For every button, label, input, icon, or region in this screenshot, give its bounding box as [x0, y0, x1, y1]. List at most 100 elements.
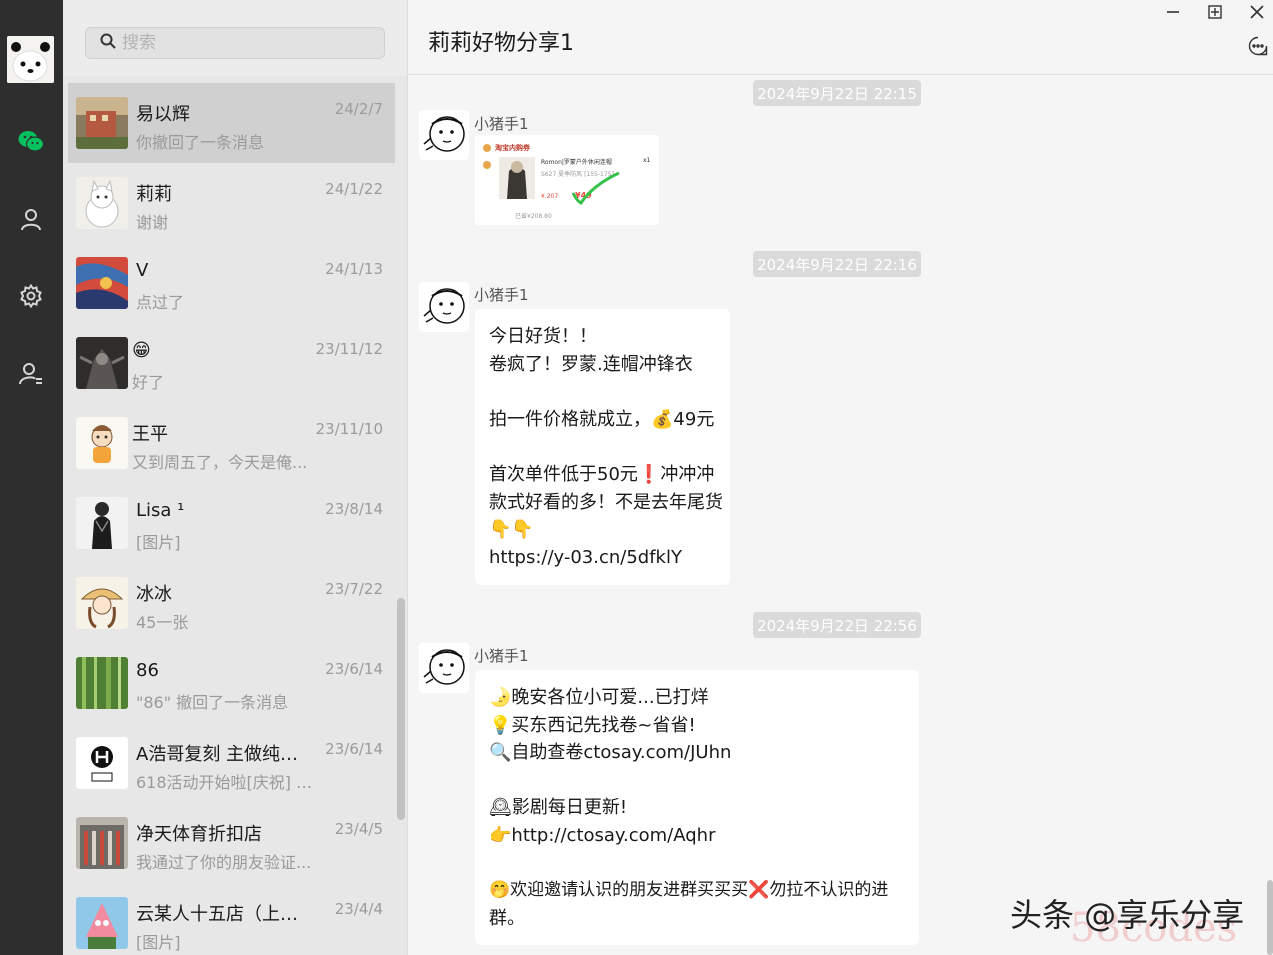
avatar: [76, 417, 128, 469]
conversation-preview: 好了: [132, 373, 165, 392]
search-input[interactable]: [122, 33, 362, 53]
message-line: [489, 378, 716, 406]
sender-name: 小猪手1: [474, 647, 529, 665]
conversation-time: 24/2/7: [334, 100, 383, 118]
user-switch-icon[interactable]: [16, 359, 46, 389]
avatar: [76, 577, 128, 629]
conversation-item[interactable]: 莉莉 谢谢 24/1/22: [68, 163, 395, 243]
sender-avatar[interactable]: [419, 643, 469, 693]
message-link[interactable]: https://y-03.cn/5dfklY: [489, 544, 716, 572]
avatar: [76, 97, 128, 149]
left-navigation: [0, 0, 63, 955]
conversation-item[interactable]: Lisa ¹ [图片] 23/8/14: [68, 483, 395, 563]
chat-scrollbar[interactable]: [1267, 880, 1273, 955]
conversation-item[interactable]: V 点过了 24/1/13: [68, 243, 395, 323]
conversation-item[interactable]: 王平 又到周五了，今天是俺... 23/11/10: [68, 403, 395, 483]
avatar: [76, 177, 128, 229]
sender-name: 小猪手1: [474, 115, 529, 133]
conversation-name: 冰冰: [136, 584, 172, 605]
conversation-item[interactable]: 冰冰 45一张 23/7/22: [68, 563, 395, 643]
message-line: 💡买东西记先找卷~省省!: [489, 714, 696, 736]
message-line: 拍一件价格就成立，💰49元: [489, 408, 715, 430]
product-image[interactable]: 淘宝内购券 Romon|罗蒙户外休闲连帽 x1 S627 夏季防风 [155-1…: [475, 135, 659, 225]
coupon-dot-icon: [483, 144, 491, 152]
maximize-icon[interactable]: [1203, 2, 1227, 22]
avatar: [76, 257, 128, 309]
conversation-name: 王平: [132, 424, 168, 445]
conversation-name: A浩哥复刻 主做纯原...: [136, 744, 311, 765]
chat-panel: 莉莉好物分享1 2024年9月22日 22:15 小猪手1 淘宝内购券 Romo…: [407, 0, 1273, 955]
avatar: [76, 817, 128, 869]
conversation-name: Lisa ¹: [136, 500, 185, 521]
avatar: [76, 337, 128, 389]
message-line: 🤭欢迎邀请认识的朋友进群买买买❌勿拉不认识的进: [489, 880, 889, 901]
more-icon[interactable]: [1248, 36, 1268, 56]
avatar: [76, 897, 128, 949]
product-qty: x1: [643, 157, 651, 164]
message-line: 群。: [489, 907, 525, 929]
conversation-preview: 我通过了你的朋友验证...: [136, 853, 312, 872]
message-bubble[interactable]: 🌛晚安各位小可爱...已打烊 💡买东西记先找卷~省省! 🔍自助查卷ctosay.…: [475, 670, 919, 945]
contacts-icon[interactable]: [16, 205, 46, 235]
watermark: 头条 @享乐分享: [1010, 896, 1245, 934]
conversation-time: 23/6/14: [325, 740, 383, 758]
close-icon[interactable]: [1245, 2, 1269, 22]
message-line: 首次单件低于50元❗冲冲冲: [489, 463, 715, 485]
header-divider: [408, 74, 1273, 75]
product-name: Romon|罗蒙户外休闲连帽: [541, 159, 612, 166]
message-line: 🕰影剧每日更新!: [489, 797, 628, 819]
message-line: 👇👇: [489, 519, 534, 541]
product-price-old: ¥.207: [541, 193, 559, 200]
avatar: [76, 497, 128, 549]
conversation-name: V: [136, 260, 149, 281]
conversation-time: 23/8/14: [325, 500, 383, 518]
conversation-name: 86: [136, 660, 159, 681]
conversation-name: 易以辉: [136, 104, 190, 125]
conversation-time: 24/1/13: [325, 260, 383, 278]
conversation-item[interactable]: 净天体育折扣店 我通过了你的朋友验证... 23/4/5: [68, 803, 395, 883]
conversation-time: 23/11/10: [315, 420, 383, 438]
conversation-time: 23/4/5: [334, 820, 383, 838]
message-timestamp: 2024年9月22日 22:15: [753, 80, 921, 106]
avatar: [76, 737, 128, 789]
search-box[interactable]: [85, 27, 385, 59]
conversation-item[interactable]: 云某人十五店（上班... [图片] 23/4/4: [68, 883, 395, 955]
settings-icon[interactable]: [16, 281, 46, 311]
message-line: [489, 850, 909, 878]
conversation-item[interactable]: 易以辉 你撤回了一条消息 24/2/7: [68, 83, 395, 163]
conversation-time: 24/1/22: [325, 180, 383, 198]
chat-icon[interactable]: [16, 126, 46, 156]
conversation-preview: 谢谢: [136, 213, 169, 232]
conversation-preview: 你撤回了一条消息: [136, 133, 265, 152]
conversation-name: 净天体育折扣店: [136, 824, 262, 845]
my-avatar[interactable]: [7, 36, 54, 83]
conversation-time: 23/7/22: [325, 580, 383, 598]
conversation-time: 23/4/4: [334, 900, 383, 918]
conversation-item[interactable]: 😁 好了 23/11/12: [68, 323, 395, 403]
sender-avatar[interactable]: [419, 110, 469, 160]
conversation-preview: 618活动开始啦[庆祝] 简...: [136, 773, 321, 792]
message-timestamp: 2024年9月22日 22:16: [753, 251, 921, 277]
conversation-item[interactable]: A浩哥复刻 主做纯原... 618活动开始啦[庆祝] 简... 23/6/14: [68, 723, 395, 803]
product-photo: [499, 157, 535, 199]
message-line: 🌛晚安各位小可爱...已打烊: [489, 687, 709, 708]
message-line: 今日好货！！: [489, 326, 597, 347]
conversation-preview: 又到周五了，今天是俺...: [132, 453, 308, 472]
message-line[interactable]: 👉http://ctosay.com/Aqhr: [489, 822, 909, 850]
message-line: 款式好看的多！不是去年尾货: [489, 491, 723, 513]
conversation-name: 云某人十五店（上班...: [136, 904, 311, 925]
sender-avatar[interactable]: [419, 282, 469, 332]
message-line: 卷疯了！罗蒙.连帽冲锋衣: [489, 353, 693, 375]
list-scrollbar[interactable]: [397, 598, 405, 820]
conversation-item[interactable]: 86 "86" 撤回了一条消息 23/6/14: [68, 643, 395, 723]
conversation-preview: 点过了: [136, 293, 185, 312]
conversation-name: 莉莉: [136, 184, 172, 205]
minimize-icon[interactable]: [1161, 2, 1185, 22]
message-line[interactable]: 🔍自助查卷ctosay.com/JUhn: [489, 739, 909, 767]
conversation-preview: 45一张: [136, 613, 189, 632]
conversation-time: 23/6/14: [325, 660, 383, 678]
search-icon: [100, 33, 116, 53]
conversation-preview: "86" 撤回了一条消息: [136, 693, 289, 712]
message-bubble[interactable]: 今日好货！！ 卷疯了！罗蒙.连帽冲锋衣 拍一件价格就成立，💰49元 首次单件低于…: [475, 309, 730, 585]
shop-label: 淘宝内购券: [495, 144, 530, 152]
